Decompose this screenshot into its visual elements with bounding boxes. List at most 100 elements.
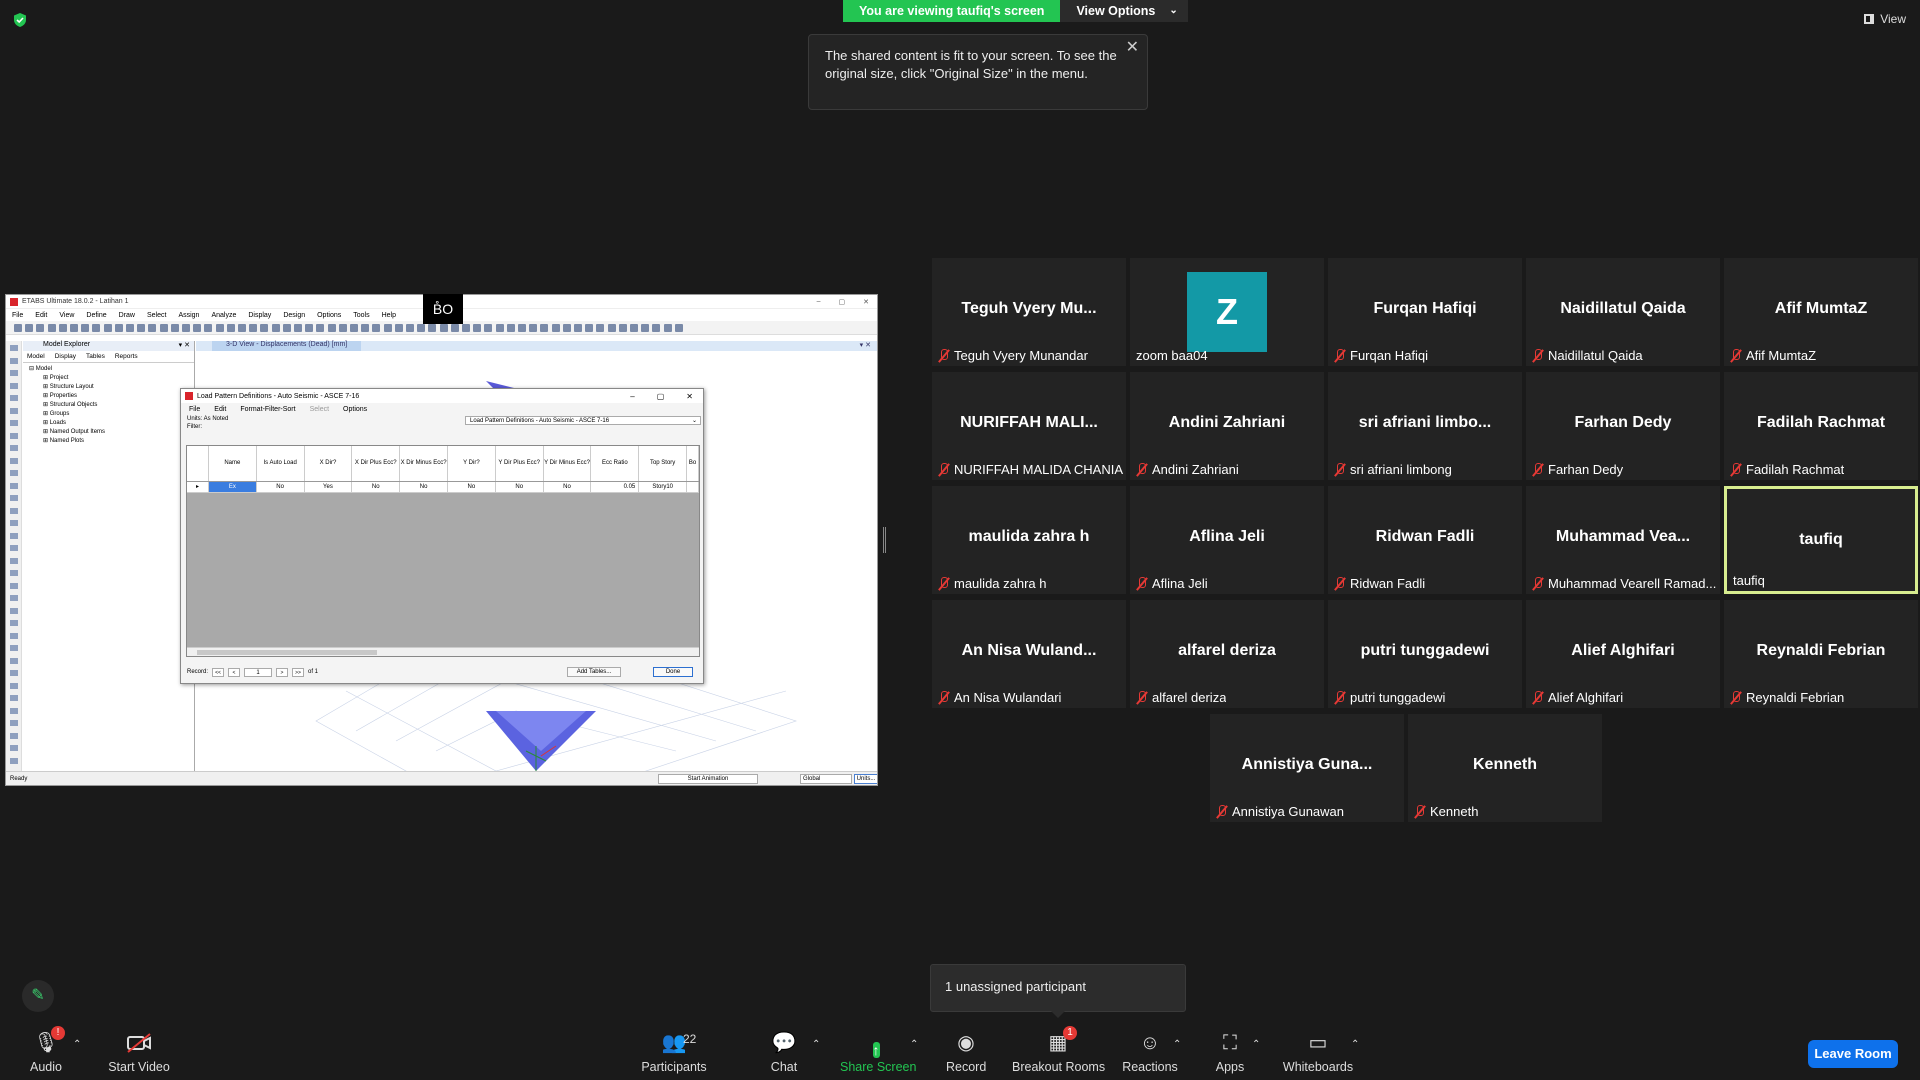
toolbar-tool-icon[interactable]	[607, 324, 616, 332]
participant-tile[interactable]: An Nisa Wuland... An Nisa Wulandari	[932, 600, 1126, 708]
participant-tile[interactable]: maulida zahra h maulida zahra h	[932, 486, 1126, 594]
table-cell[interactable]	[687, 482, 699, 492]
tree-root[interactable]: ⊟ Model	[29, 365, 188, 374]
side-tool-icon[interactable]	[10, 445, 18, 451]
side-tool-icon[interactable]	[10, 595, 18, 601]
side-tool-icon[interactable]	[10, 420, 18, 426]
etabs-menu-item[interactable]: Tools	[353, 312, 369, 319]
toolbar-tool-icon[interactable]	[630, 324, 638, 332]
etabs-menu-item[interactable]: Draw	[119, 312, 135, 319]
participants-button[interactable]: 👥 22 Participants	[640, 1032, 708, 1074]
side-tool-icon[interactable]	[10, 757, 18, 764]
participant-tile[interactable]: Muhammad Vea... Muhammad Vearell Ramad...	[1526, 486, 1720, 594]
tree-node[interactable]: ⊞ Named Plots	[29, 437, 188, 446]
column-header[interactable]: Is Auto Load	[257, 446, 305, 481]
reactions-options-caret[interactable]: ⌃	[1173, 1039, 1181, 1050]
dialog-menu-item[interactable]: Select	[310, 406, 329, 413]
record-input[interactable]: 1	[244, 667, 273, 677]
toolbar-tool-icon[interactable]	[204, 324, 213, 332]
dialog-menu-item[interactable]: Options	[343, 406, 367, 413]
add-tables-button[interactable]: Add Tables...	[567, 667, 621, 677]
participant-tile[interactable]: Andini Zahriani Andini Zahriani	[1130, 372, 1324, 480]
side-tool-icon[interactable]	[10, 632, 18, 639]
tree-node[interactable]: ⊞ Named Output Items	[29, 428, 188, 437]
participant-tile[interactable]: Furqan Hafiqi Furqan Hafiqi	[1328, 258, 1522, 366]
toolbar-tool-icon[interactable]	[137, 324, 146, 332]
grid-scrollbar[interactable]	[187, 647, 699, 656]
toolbar-tool-icon[interactable]	[641, 324, 650, 332]
side-tool-icon[interactable]	[10, 495, 18, 501]
toolbar-tool-icon[interactable]	[36, 324, 45, 332]
toolbar-tool-icon[interactable]	[103, 324, 112, 332]
toolbar-tool-icon[interactable]	[294, 324, 302, 332]
nav-first-button[interactable]: <<	[212, 667, 225, 677]
tree-node[interactable]: ⊞ Groups	[29, 410, 188, 419]
table-cell[interactable]: No	[352, 482, 401, 492]
toolbar-tool-icon[interactable]	[663, 324, 672, 332]
side-tool-icon[interactable]	[10, 745, 18, 751]
toolbar-tool-icon[interactable]	[170, 324, 179, 332]
side-tool-icon[interactable]	[10, 645, 18, 651]
tree-node[interactable]: ⊞ Project	[29, 374, 188, 383]
column-header[interactable]: Y Dir Minus Ecc?	[544, 446, 592, 481]
participant-tile[interactable]: NURIFFAH MALI... NURIFFAH MALIDA CHANIA	[932, 372, 1126, 480]
expand-icon[interactable]: ⊞	[43, 411, 50, 417]
dialog-menu-item[interactable]: File	[189, 406, 200, 413]
unassigned-popup[interactable]: 1 unassigned participant	[930, 964, 1186, 1018]
data-grid[interactable]: Name Is Auto Load X Dir? X Dir Plus Ecc? X D…	[186, 445, 700, 657]
participant-tile[interactable]: Afif MumtaZ Afif MumtaZ	[1724, 258, 1918, 366]
side-tool-icon[interactable]	[10, 532, 18, 539]
whiteboards-options-caret[interactable]: ⌃	[1351, 1039, 1359, 1050]
participant-tile[interactable]: Farhan Dedy Farhan Dedy	[1526, 372, 1720, 480]
participant-tile[interactable]: Annistiya Guna... Annistiya Gunawan	[1210, 714, 1404, 822]
expand-icon[interactable]: ⊞	[43, 375, 50, 381]
table-row[interactable]: ▸ Ex No Yes No No No No No 0.05 Story10	[187, 482, 699, 493]
toolbar-tool-icon[interactable]	[406, 324, 414, 332]
toolbar-tool-icon[interactable]	[518, 324, 526, 332]
audio-options-caret[interactable]: ⌃	[73, 1039, 81, 1050]
table-cell[interactable]: No	[257, 482, 305, 492]
etabs-menu-item[interactable]: Analyze	[211, 312, 236, 319]
toolbar-tool-icon[interactable]	[551, 324, 560, 332]
participant-tile[interactable]: Reynaldi Febrian Reynaldi Febrian	[1724, 600, 1918, 708]
toolbar-tool-icon[interactable]	[652, 324, 661, 332]
share-screen-button[interactable]: ↑ Share Screen	[840, 1040, 916, 1074]
shield-icon[interactable]	[12, 12, 28, 28]
expand-icon[interactable]: ⊞	[43, 429, 50, 435]
expand-icon[interactable]: ⊞	[43, 384, 50, 390]
etabs-menu-item[interactable]: Assign	[178, 312, 199, 319]
toolbar-tool-icon[interactable]	[417, 324, 426, 332]
toolbar-tool-icon[interactable]	[495, 324, 504, 332]
toolbar-tool-icon[interactable]	[383, 324, 392, 332]
record-button[interactable]: ◉ Record	[946, 1032, 986, 1074]
side-tool-icon[interactable]	[10, 670, 18, 676]
column-header[interactable]: X Dir?	[305, 446, 353, 481]
toolbar-tool-icon[interactable]	[540, 324, 549, 332]
breakout-rooms-button[interactable]: ▦ 1 Breakout Rooms	[1012, 1026, 1105, 1074]
shared-screen[interactable]: ETABS Ultimate 18.0.2 - Latihan 1 – ▢ ✕ Fi…	[5, 294, 878, 786]
toolbar-tool-icon[interactable]	[350, 324, 358, 332]
column-header[interactable]: Bo	[687, 446, 699, 481]
side-tool-icon[interactable]	[10, 407, 18, 414]
toolbar-tool-icon[interactable]	[238, 324, 246, 332]
chat-button[interactable]: 💬 Chat	[766, 1032, 802, 1074]
expand-icon[interactable]: ⊞	[43, 420, 50, 426]
units-button[interactable]: Units...	[854, 773, 877, 784]
scroll-thumb[interactable]	[197, 650, 377, 655]
dialog-window-controls[interactable]: – ▢ ✕	[630, 392, 703, 401]
table-cell[interactable]: No	[496, 482, 544, 492]
side-tool-icon[interactable]	[10, 657, 18, 664]
toolbar-tool-icon[interactable]	[574, 324, 582, 332]
side-tool-icon[interactable]	[10, 432, 18, 439]
side-tool-icon[interactable]	[10, 620, 18, 626]
close-icon[interactable]: ▾ ✕	[179, 341, 190, 351]
side-tool-icon[interactable]	[10, 570, 18, 576]
toolbar-tool-icon[interactable]	[484, 324, 493, 332]
table-cell[interactable]: No	[448, 482, 496, 492]
participant-tile[interactable]: taufiq taufiq	[1724, 486, 1918, 594]
toolbar-tool-icon[interactable]	[316, 324, 325, 332]
toolbar-tool-icon[interactable]	[81, 324, 90, 332]
toolbar-tool-icon[interactable]	[126, 324, 134, 332]
etabs-menu-item[interactable]: Design	[283, 312, 305, 319]
toolbar-tool-icon[interactable]	[462, 324, 470, 332]
